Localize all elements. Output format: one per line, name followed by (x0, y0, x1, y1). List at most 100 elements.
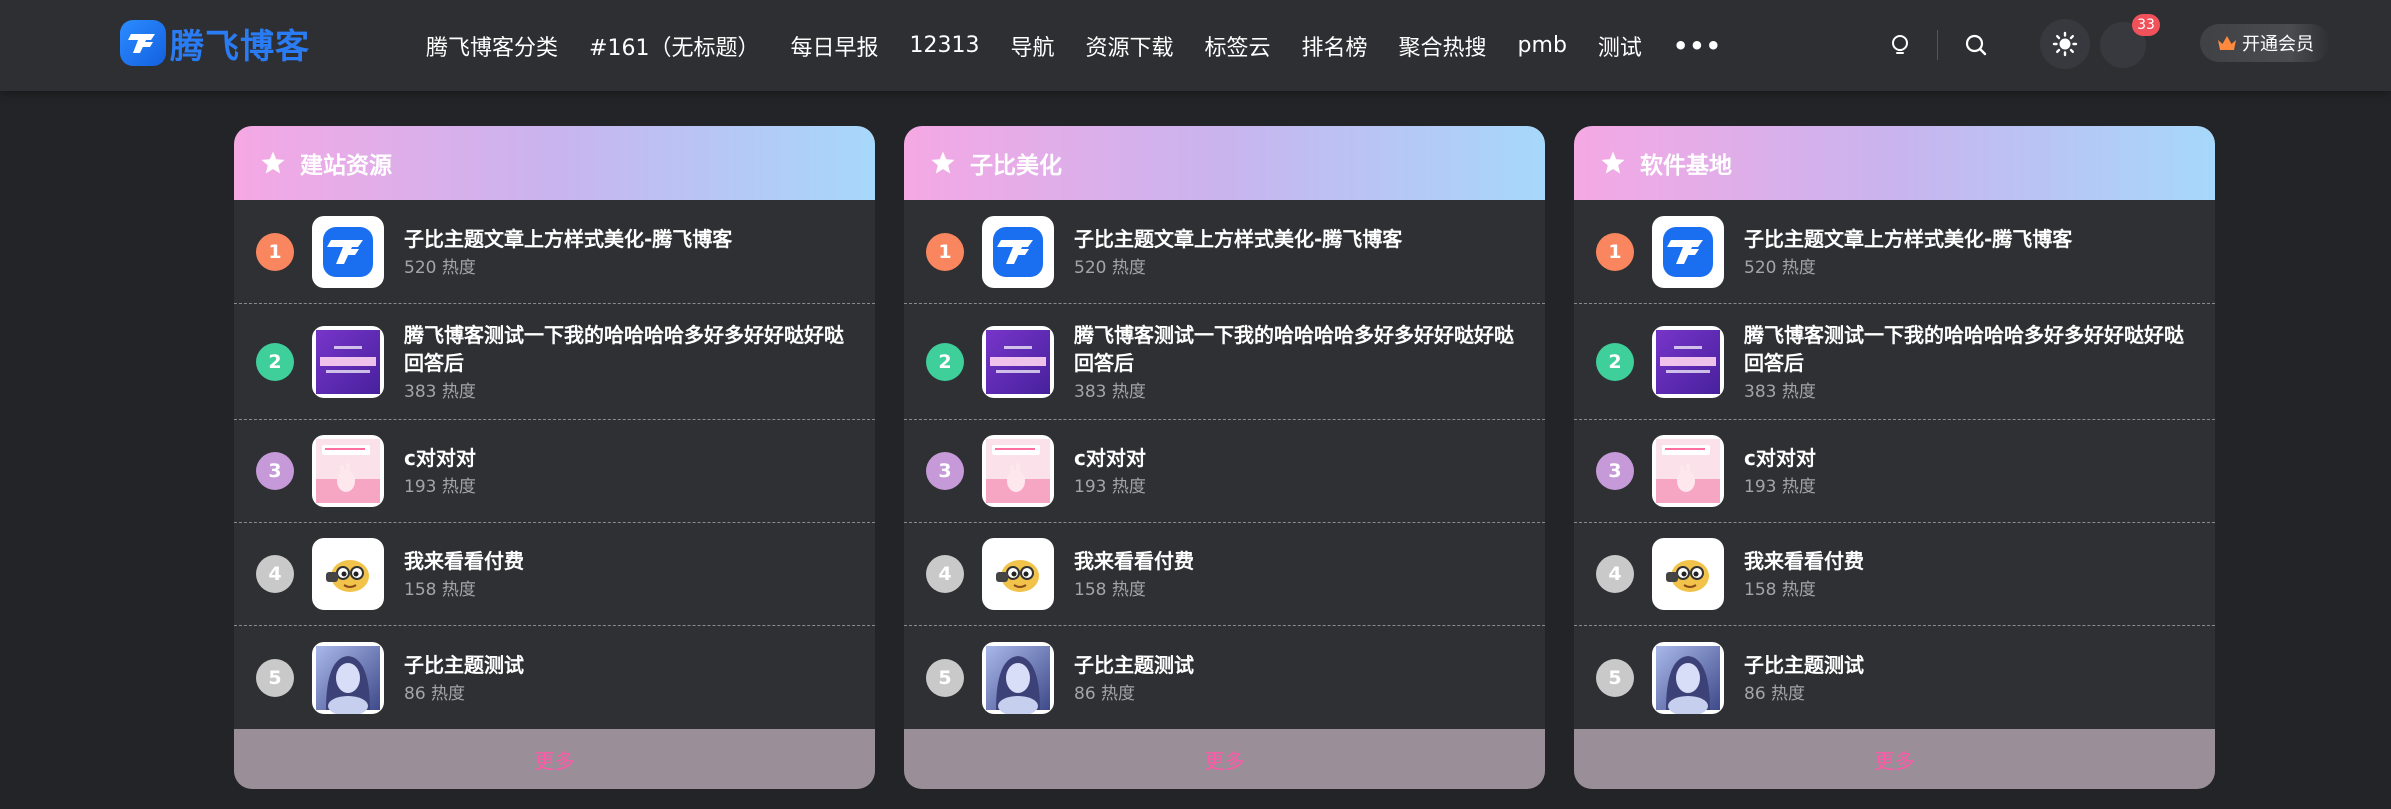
list-item[interactable]: 5 子比主题测试 86 热度 (1574, 626, 2215, 729)
post-title[interactable]: 子比主题测试 (1074, 651, 1194, 679)
post-title[interactable]: 腾飞博客测试一下我的哈哈哈哈多好多好好哒好哒回答后 (1074, 321, 1529, 377)
portrait-thumbnail[interactable] (982, 641, 1054, 714)
ranking-card-1: 建站资源 1 子比主题文章上方样式美化-腾飞博客 520 热度 2 腾飞博客测试… (234, 126, 875, 789)
list-item[interactable]: 3 c对对对 193 热度 (234, 420, 875, 523)
post-title[interactable]: c对对对 (404, 444, 476, 472)
list-item[interactable]: 1 子比主题文章上方样式美化-腾飞博客 520 热度 (1574, 200, 2215, 304)
nav-item-category[interactable]: 腾飞博客分类 (426, 30, 558, 62)
post-text: 我来看看付费 158 热度 (1074, 547, 1194, 601)
post-title[interactable]: 子比主题测试 (1744, 651, 1864, 679)
sun-icon (2052, 31, 2078, 57)
search-icon[interactable] (1957, 26, 1995, 64)
portrait-thumbnail[interactable] (312, 641, 384, 714)
nav-item-pmb[interactable]: pmb (1518, 33, 1567, 58)
nav-item-daily-news[interactable]: 每日早报 (790, 30, 878, 62)
post-heat: 158 热度 (1744, 580, 1816, 600)
list-item[interactable]: 2 腾飞博客测试一下我的哈哈哈哈多好多好好哒好哒回答后 383 热度 (1574, 304, 2215, 420)
vip-label: 开通会员 (2242, 34, 2314, 55)
pink-hand-thumbnail[interactable] (982, 435, 1054, 507)
crown-icon (2218, 36, 2236, 50)
nav-item-ranking[interactable]: 排名榜 (1302, 30, 1368, 62)
post-text: c对对对 193 热度 (404, 444, 476, 498)
post-title[interactable]: 腾飞博客测试一下我的哈哈哈哈多好多好好哒好哒回答后 (1744, 321, 2199, 377)
list-item[interactable]: 1 子比主题文章上方样式美化-腾飞博客 520 热度 (234, 200, 875, 304)
post-heat: 383 热度 (1074, 381, 1146, 402)
vip-button[interactable]: 开通会员 (2200, 24, 2330, 62)
site-logo[interactable]: 腾飞博客 (120, 20, 310, 67)
pink-hand-thumbnail[interactable] (1652, 435, 1724, 507)
list-item[interactable]: 5 子比主题测试 86 热度 (904, 626, 1545, 729)
post-title[interactable]: 我来看看付费 (1074, 547, 1194, 575)
list-item[interactable]: 3 c对对对 193 热度 (1574, 420, 2215, 523)
post-heat: 86 热度 (1074, 683, 1136, 704)
post-list: 1 子比主题文章上方样式美化-腾飞博客 520 热度 2 腾飞博客测试一下我的哈… (904, 200, 1545, 729)
post-title[interactable]: 腾飞博客测试一下我的哈哈哈哈多好多好好哒好哒回答后 (404, 321, 859, 377)
nav-item-tag-cloud[interactable]: 标签云 (1205, 30, 1271, 62)
nav-more-button[interactable]: ••• (1673, 32, 1722, 60)
post-heat: 193 热度 (1074, 477, 1146, 497)
post-heat: 158 热度 (1074, 580, 1146, 600)
logo-thumbnail[interactable] (1652, 215, 1724, 288)
post-title[interactable]: 子比主题文章上方样式美化-腾飞博客 (1074, 225, 1402, 253)
card-header: 子比美化 (904, 126, 1545, 200)
rank-badge: 1 (1596, 232, 1634, 271)
post-text: 子比主题文章上方样式美化-腾飞博客 520 热度 (404, 225, 732, 279)
post-heat: 193 热度 (404, 477, 476, 497)
nav-item-12313[interactable]: 12313 (909, 33, 979, 58)
card-title: 软件基地 (1640, 153, 1732, 179)
rank-badge: 4 (926, 555, 964, 593)
post-text: 腾飞博客测试一下我的哈哈哈哈多好多好好哒好哒回答后 383 热度 (1744, 321, 2199, 403)
purple-banner-thumbnail[interactable] (982, 325, 1054, 398)
post-title[interactable]: 子比主题文章上方样式美化-腾飞博客 (404, 225, 732, 253)
post-title[interactable]: c对对对 (1074, 444, 1146, 472)
logo-mark-icon (120, 20, 166, 66)
post-heat: 193 热度 (1744, 477, 1816, 497)
post-title[interactable]: 我来看看付费 (404, 547, 524, 575)
post-heat: 86 热度 (404, 683, 466, 704)
post-title[interactable]: c对对对 (1744, 444, 1816, 472)
rank-badge: 4 (256, 555, 294, 593)
pink-hand-thumbnail[interactable] (312, 435, 384, 507)
emoji-thumbnail[interactable] (312, 538, 384, 610)
list-item[interactable]: 5 子比主题测试 86 热度 (234, 626, 875, 729)
nav-item-navigation[interactable]: 导航 (1010, 30, 1054, 62)
emoji-thumbnail[interactable] (982, 538, 1054, 610)
nav-item-untitled[interactable]: #161（无标题） (589, 30, 759, 62)
list-item[interactable]: 2 腾飞博客测试一下我的哈哈哈哈多好多好好哒好哒回答后 383 热度 (234, 304, 875, 420)
post-text: 子比主题测试 86 热度 (404, 651, 524, 705)
rank-badge: 2 (1596, 342, 1634, 381)
post-text: 我来看看付费 158 热度 (404, 547, 524, 601)
list-item[interactable]: 3 c对对对 193 热度 (904, 420, 1545, 523)
more-button[interactable]: 更多 (234, 729, 875, 789)
list-item[interactable]: 4 我来看看付费 158 热度 (904, 523, 1545, 626)
more-button[interactable]: 更多 (904, 729, 1545, 789)
list-item[interactable]: 4 我来看看付费 158 热度 (234, 523, 875, 626)
rank-badge: 3 (1596, 452, 1634, 490)
nav-item-hot-search[interactable]: 聚合热搜 (1399, 30, 1487, 62)
logo-thumbnail[interactable] (312, 215, 384, 288)
nav-item-test[interactable]: 测试 (1598, 30, 1642, 62)
rank-badge: 3 (256, 452, 294, 490)
purple-banner-thumbnail[interactable] (312, 325, 384, 398)
rank-badge: 3 (926, 452, 964, 490)
post-title[interactable]: 我来看看付费 (1744, 547, 1864, 575)
list-item[interactable]: 1 子比主题文章上方样式美化-腾飞博客 520 热度 (904, 200, 1545, 304)
post-heat: 158 热度 (404, 580, 476, 600)
purple-banner-thumbnail[interactable] (1652, 325, 1724, 398)
post-heat: 520 热度 (404, 257, 476, 278)
star-icon (258, 148, 288, 178)
lightbulb-icon[interactable] (1881, 26, 1919, 64)
post-heat: 86 热度 (1744, 683, 1806, 704)
post-title[interactable]: 子比主题文章上方样式美化-腾飞博客 (1744, 225, 2072, 253)
list-item[interactable]: 4 我来看看付费 158 热度 (1574, 523, 2215, 626)
post-text: 腾飞博客测试一下我的哈哈哈哈多好多好好哒好哒回答后 383 热度 (1074, 321, 1529, 403)
logo-thumbnail[interactable] (982, 215, 1054, 288)
post-title[interactable]: 子比主题测试 (404, 651, 524, 679)
more-button[interactable]: 更多 (1574, 729, 2215, 789)
rank-badge: 1 (256, 232, 294, 271)
theme-toggle-button[interactable] (2040, 19, 2090, 69)
emoji-thumbnail[interactable] (1652, 538, 1724, 610)
portrait-thumbnail[interactable] (1652, 641, 1724, 714)
nav-item-downloads[interactable]: 资源下载 (1085, 30, 1173, 62)
list-item[interactable]: 2 腾飞博客测试一下我的哈哈哈哈多好多好好哒好哒回答后 383 热度 (904, 304, 1545, 420)
